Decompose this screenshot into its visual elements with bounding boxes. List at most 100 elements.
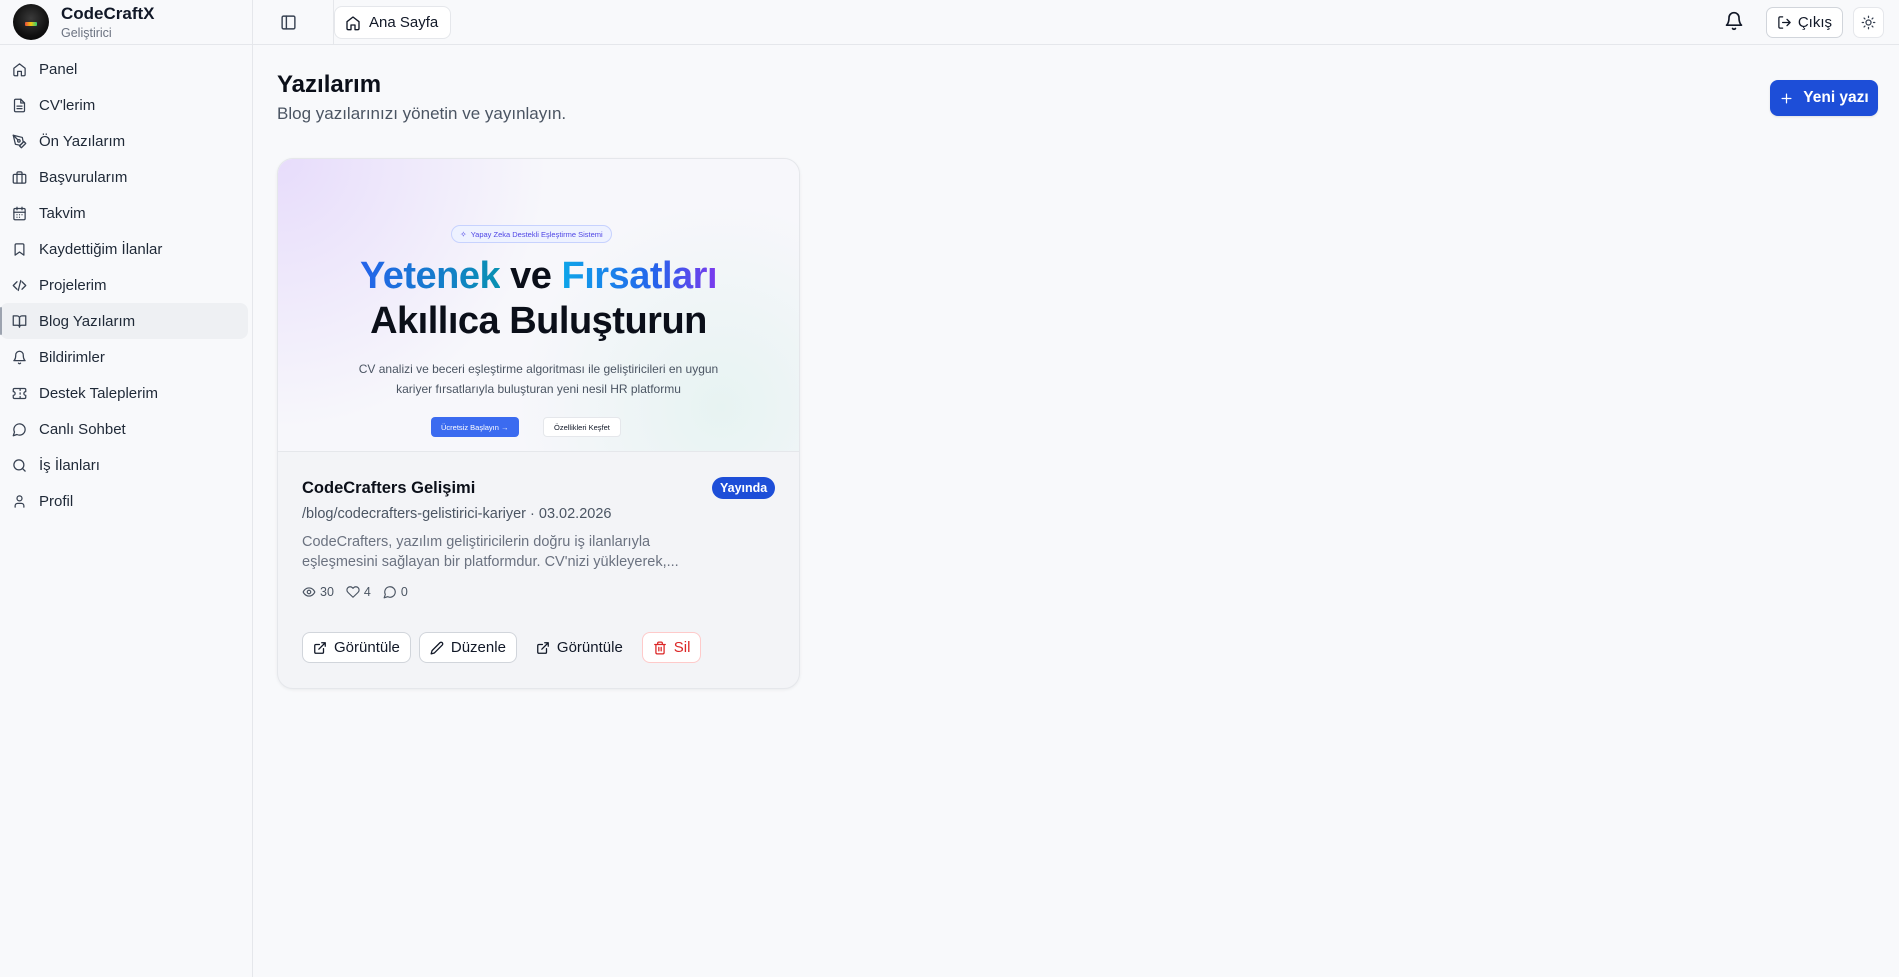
sidebar-item-label: Profil [39, 492, 74, 510]
cover-headline-word2: Fırsatları [561, 255, 718, 297]
sidebar-item-cover-letters[interactable]: Ön Yazılarım [0, 123, 252, 159]
panel-left-icon [280, 14, 297, 31]
message-circle-icon [383, 585, 397, 599]
status-badge: Yayında [712, 477, 776, 499]
post-title[interactable]: CodeCrafters Gelişimi [302, 479, 475, 498]
user-role: Geliştirici [61, 25, 112, 40]
sidebar-item-job-listings[interactable]: İş İlanları [0, 447, 252, 483]
home-link[interactable]: Ana Sayfa [334, 6, 452, 39]
sidebar-item-label: Ön Yazılarım [39, 132, 126, 150]
sidebar-item-support-tickets[interactable]: Destek Taleplerim [0, 375, 252, 411]
plus-icon [1779, 91, 1794, 106]
sidebar-item-label: Başvurularım [39, 168, 128, 186]
post-slug-date: /blog/codecrafters-gelistirici-kariyer ·… [302, 506, 612, 522]
code-icon [12, 278, 27, 293]
sidebar: CodeCraftX Geliştirici Panel CV'lerim Ön… [0, 0, 253, 977]
pencil-icon [430, 641, 444, 655]
post-excerpt-line1: CodeCrafters, yazılım geliştiricilerin d… [302, 534, 651, 550]
notifications-button[interactable] [1724, 11, 1746, 33]
log-out-icon [1777, 15, 1792, 30]
comments-stat: 0 [383, 585, 408, 599]
sidebar-nav: Panel CV'lerim Ön Yazılarım Başvurularım… [0, 45, 252, 519]
cover-headline-line1: Yetenek ve Fırsatları [278, 254, 799, 299]
edit-button-label: Düzenle [450, 639, 506, 656]
post-cover-image[interactable]: ✧ Yapay Zeka Destekli Eşleştirme Sistemi… [278, 159, 799, 452]
message-circle-icon [12, 422, 27, 437]
post-stats: 30 4 0 [302, 585, 420, 599]
bell-icon [12, 350, 27, 365]
new-post-button[interactable]: Yeni yazı [1770, 80, 1878, 116]
post-excerpt: CodeCrafters, yazılım geliştiricilerin d… [302, 532, 722, 572]
sidebar-item-label: Destek Taleplerim [39, 384, 158, 402]
sidebar-item-label: Takvim [39, 204, 86, 222]
sidebar-item-live-chat[interactable]: Canlı Sohbet [0, 411, 252, 447]
sidebar-item-label: Kaydettiğim İlanlar [39, 240, 163, 258]
avatar [13, 4, 49, 40]
cover-secondary-cta: Özellikleri Keşfet [543, 417, 621, 437]
home-icon [12, 62, 27, 77]
sidebar-item-panel[interactable]: Panel [0, 51, 252, 87]
external-link-icon [313, 641, 327, 655]
comments-count: 0 [400, 585, 408, 599]
cover-badge-text: Yapay Zeka Destekli Eşleştirme Sistemi [470, 229, 603, 239]
likes-stat: 4 [346, 585, 371, 599]
sidebar-toggle-button[interactable] [276, 10, 300, 34]
sidebar-item-label: Bildirimler [39, 348, 105, 366]
bell-icon [1724, 11, 1746, 31]
book-open-icon [12, 314, 27, 329]
views-count: 30 [320, 585, 334, 599]
cover-description-line2: kariyer fırsatlarıyla buluşturan yeni ne… [396, 382, 681, 396]
cover-headline-line2: Akıllıca Buluşturun [370, 300, 707, 342]
sidebar-item-profile[interactable]: Profil [0, 483, 252, 519]
logout-label: Çıkış [1797, 14, 1832, 31]
sidebar-item-blog-posts[interactable]: Blog Yazılarım [0, 303, 248, 339]
briefcase-icon [12, 170, 27, 185]
cover-description-line1: CV analizi ve beceri eşleştirme algoritm… [358, 362, 719, 376]
top-bar: Ana Sayfa Çıkış [253, 0, 1899, 45]
blog-post-card: ✧ Yapay Zeka Destekli Eşleştirme Sistemi… [277, 158, 800, 689]
bookmark-icon [12, 242, 27, 257]
sidebar-item-label: Projelerim [39, 276, 107, 294]
page-subtitle: Blog yazılarınızı yönetin ve yayınlayın. [277, 104, 567, 123]
home-icon [345, 15, 361, 31]
cover-headline-word1: Yetenek [359, 255, 501, 297]
delete-button[interactable]: Sil [641, 632, 702, 663]
sidebar-item-label: Canlı Sohbet [39, 420, 126, 438]
sparkles-icon: ✧ [460, 229, 467, 239]
sidebar-item-saved-jobs[interactable]: Kaydettiğim İlanlar [0, 231, 252, 267]
sidebar-item-calendar[interactable]: Takvim [0, 195, 252, 231]
delete-button-label: Sil [673, 639, 691, 656]
ticket-icon [12, 386, 27, 401]
logout-button[interactable]: Çıkış [1765, 7, 1843, 38]
pen-tool-icon [12, 134, 27, 149]
user-icon [12, 494, 27, 509]
cover-badge: ✧ Yapay Zeka Destekli Eşleştirme Sistemi [451, 225, 612, 243]
sidebar-item-cvs[interactable]: CV'lerim [0, 87, 252, 123]
view-public-button-label: Görüntüle [556, 639, 623, 656]
sidebar-item-label: Panel [39, 60, 78, 78]
home-link-label: Ana Sayfa [369, 14, 439, 31]
cover-headline-mid: ve [500, 255, 562, 297]
view-public-button[interactable]: Görüntüle [525, 632, 634, 663]
likes-count: 4 [363, 585, 371, 599]
sidebar-item-label: CV'lerim [39, 96, 96, 114]
sidebar-item-applications[interactable]: Başvurularım [0, 159, 252, 195]
sidebar-item-projects[interactable]: Projelerim [0, 267, 252, 303]
cover-primary-cta: Ücretsiz Başlayın → [431, 417, 519, 437]
sidebar-item-notifications[interactable]: Bildirimler [0, 339, 252, 375]
search-icon [12, 458, 27, 473]
theme-toggle-button[interactable] [1853, 7, 1884, 38]
post-actions: Görüntüle Düzenle Görüntüle Sil [302, 632, 709, 663]
post-excerpt-line2: eşleşmesini sağlayan bir platformdur. CV… [302, 554, 679, 570]
sidebar-item-label: İş İlanları [39, 456, 100, 474]
view-button[interactable]: Görüntüle [302, 632, 411, 663]
edit-button[interactable]: Düzenle [418, 632, 517, 663]
sidebar-item-label: Blog Yazılarım [39, 312, 136, 330]
heart-icon [346, 585, 360, 599]
view-button-label: Görüntüle [334, 639, 400, 656]
eye-icon [302, 585, 316, 599]
views-stat: 30 [302, 585, 334, 599]
app-name: CodeCraftX [61, 3, 155, 23]
new-post-label: Yeni yazı [1803, 89, 1869, 106]
file-icon [12, 98, 27, 113]
